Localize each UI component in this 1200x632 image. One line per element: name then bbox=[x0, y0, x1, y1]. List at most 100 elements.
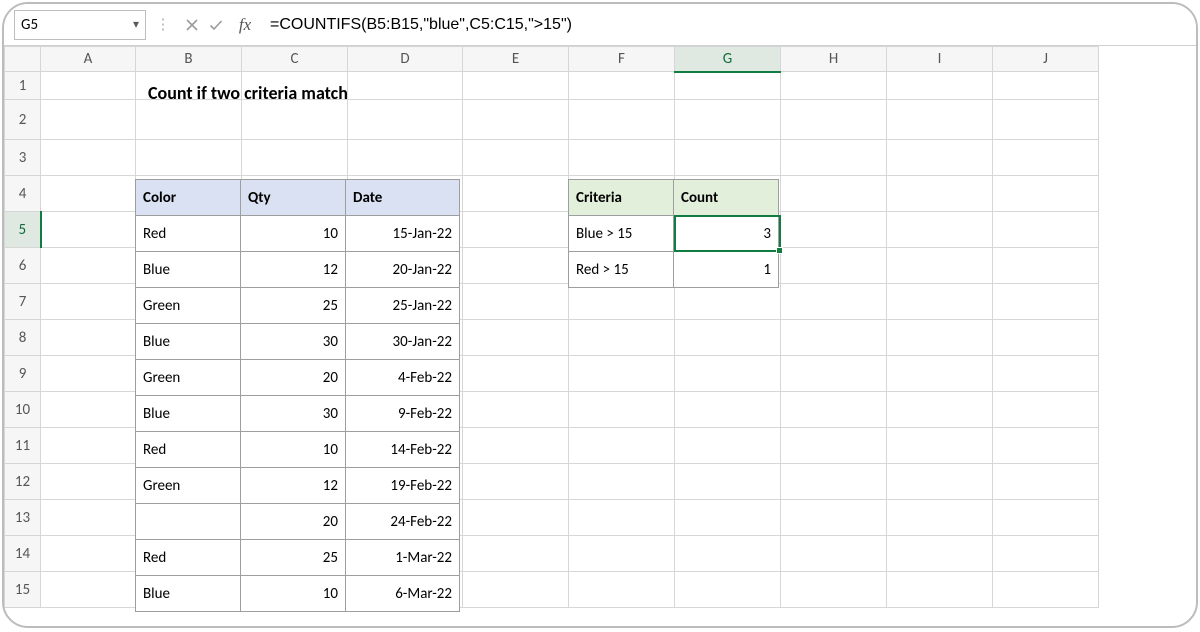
row-header-10[interactable]: 10 bbox=[5, 392, 41, 428]
row-header-12[interactable]: 12 bbox=[5, 464, 41, 500]
cell-H9[interactable] bbox=[781, 356, 887, 392]
accept-formula-button[interactable] bbox=[204, 10, 228, 40]
t1-r10-qty[interactable]: 10 bbox=[241, 576, 346, 612]
cell-H11[interactable] bbox=[781, 428, 887, 464]
cell-B2[interactable] bbox=[136, 100, 242, 140]
cell-A15[interactable] bbox=[41, 572, 136, 608]
t1-r10-date[interactable]: 6-Mar-22 bbox=[346, 576, 460, 612]
cell-H1[interactable] bbox=[781, 72, 887, 100]
cell-A3[interactable] bbox=[41, 140, 136, 176]
row-header-8[interactable]: 8 bbox=[5, 320, 41, 356]
cell-F7[interactable] bbox=[569, 284, 675, 320]
cell-H7[interactable] bbox=[781, 284, 887, 320]
t1-r8-qty[interactable]: 20 bbox=[241, 504, 346, 540]
cell-H8[interactable] bbox=[781, 320, 887, 356]
name-box[interactable]: G5 ▾ bbox=[14, 10, 146, 40]
row-header-13[interactable]: 13 bbox=[5, 500, 41, 536]
cell-J9[interactable] bbox=[993, 356, 1099, 392]
row-header-1[interactable]: 1 bbox=[5, 72, 41, 100]
cell-D1[interactable] bbox=[348, 72, 463, 100]
cell-A4[interactable] bbox=[41, 176, 136, 212]
cell-I9[interactable] bbox=[887, 356, 993, 392]
cell-H13[interactable] bbox=[781, 500, 887, 536]
cell-E4[interactable] bbox=[463, 176, 569, 212]
cell-I6[interactable] bbox=[887, 248, 993, 284]
cell-E9[interactable] bbox=[463, 356, 569, 392]
col-header-I[interactable]: I bbox=[887, 47, 993, 72]
cell-E1[interactable] bbox=[463, 72, 569, 100]
cell-E2[interactable] bbox=[463, 100, 569, 140]
cell-G7[interactable] bbox=[675, 284, 781, 320]
cell-I4[interactable] bbox=[887, 176, 993, 212]
cell-J8[interactable] bbox=[993, 320, 1099, 356]
t1-r4-date[interactable]: 4-Feb-22 bbox=[346, 360, 460, 396]
t1-r2-date[interactable]: 25-Jan-22 bbox=[346, 288, 460, 324]
t1-r9-color[interactable]: Red bbox=[136, 540, 241, 576]
t2-r0-count[interactable]: 3 bbox=[674, 216, 779, 252]
cell-E14[interactable] bbox=[463, 536, 569, 572]
cell-G3[interactable] bbox=[675, 140, 781, 176]
t1-r3-date[interactable]: 30-Jan-22 bbox=[346, 324, 460, 360]
cell-F2[interactable] bbox=[569, 100, 675, 140]
row-header-3[interactable]: 3 bbox=[5, 140, 41, 176]
cell-E3[interactable] bbox=[463, 140, 569, 176]
row-header-2[interactable]: 2 bbox=[5, 100, 41, 140]
cell-H2[interactable] bbox=[781, 100, 887, 140]
cell-A1[interactable] bbox=[41, 72, 136, 100]
cell-I5[interactable] bbox=[887, 212, 993, 248]
row-header-9[interactable]: 9 bbox=[5, 356, 41, 392]
cell-A11[interactable] bbox=[41, 428, 136, 464]
cell-G1[interactable] bbox=[675, 72, 781, 100]
cell-B3[interactable] bbox=[136, 140, 242, 176]
row-header-5[interactable]: 5 bbox=[5, 212, 41, 248]
row-header-11[interactable]: 11 bbox=[5, 428, 41, 464]
cell-H6[interactable] bbox=[781, 248, 887, 284]
cell-E13[interactable] bbox=[463, 500, 569, 536]
col-header-D[interactable]: D bbox=[348, 47, 463, 72]
col-header-G[interactable]: G bbox=[675, 47, 781, 72]
cell-H4[interactable] bbox=[781, 176, 887, 212]
row-header-4[interactable]: 4 bbox=[5, 176, 41, 212]
t1-r7-qty[interactable]: 12 bbox=[241, 468, 346, 504]
t2-r1-criteria[interactable]: Red > 15 bbox=[569, 252, 674, 288]
cell-E10[interactable] bbox=[463, 392, 569, 428]
cell-C2[interactable] bbox=[242, 100, 348, 140]
cell-J4[interactable] bbox=[993, 176, 1099, 212]
cell-J13[interactable] bbox=[993, 500, 1099, 536]
cell-J6[interactable] bbox=[993, 248, 1099, 284]
cell-F3[interactable] bbox=[569, 140, 675, 176]
cell-F10[interactable] bbox=[569, 392, 675, 428]
cell-G9[interactable] bbox=[675, 356, 781, 392]
cell-H10[interactable] bbox=[781, 392, 887, 428]
col-header-F[interactable]: F bbox=[569, 47, 675, 72]
cell-J7[interactable] bbox=[993, 284, 1099, 320]
cell-H12[interactable] bbox=[781, 464, 887, 500]
cell-I15[interactable] bbox=[887, 572, 993, 608]
cell-F14[interactable] bbox=[569, 536, 675, 572]
cell-D3[interactable] bbox=[348, 140, 463, 176]
cell-I11[interactable] bbox=[887, 428, 993, 464]
cell-J15[interactable] bbox=[993, 572, 1099, 608]
t1-r5-date[interactable]: 9-Feb-22 bbox=[346, 396, 460, 432]
col-header-J[interactable]: J bbox=[993, 47, 1099, 72]
t1-r1-color[interactable]: Blue bbox=[136, 252, 241, 288]
cell-A6[interactable] bbox=[41, 248, 136, 284]
t1-r7-color[interactable]: Green bbox=[136, 468, 241, 504]
t1-r1-qty[interactable]: 12 bbox=[241, 252, 346, 288]
t1-r8-date[interactable]: 24-Feb-22 bbox=[346, 504, 460, 540]
col-header-A[interactable]: A bbox=[41, 47, 136, 72]
cell-J12[interactable] bbox=[993, 464, 1099, 500]
cell-A12[interactable] bbox=[41, 464, 136, 500]
spreadsheet-grid[interactable]: A B C D E F G H I J 12345678910111213141… bbox=[4, 46, 1196, 608]
cell-A10[interactable] bbox=[41, 392, 136, 428]
col-header-C[interactable]: C bbox=[242, 47, 348, 72]
formula-input[interactable] bbox=[262, 10, 1196, 40]
t1-r9-qty[interactable]: 25 bbox=[241, 540, 346, 576]
cell-E5[interactable] bbox=[463, 212, 569, 248]
cell-D2[interactable] bbox=[348, 100, 463, 140]
cell-F9[interactable] bbox=[569, 356, 675, 392]
t1-r3-qty[interactable]: 30 bbox=[241, 324, 346, 360]
cell-E6[interactable] bbox=[463, 248, 569, 284]
col-header-B[interactable]: B bbox=[136, 47, 242, 72]
cell-I1[interactable] bbox=[887, 72, 993, 100]
